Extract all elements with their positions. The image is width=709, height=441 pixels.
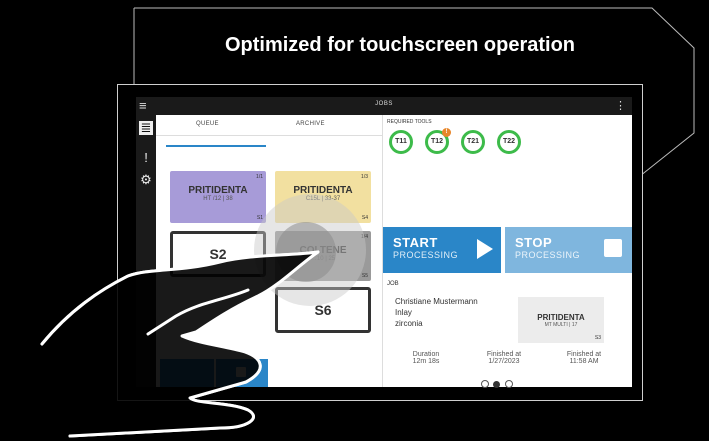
tab-bar: QUEUE ARCHIVE [156, 115, 382, 136]
tab-archive[interactable]: ARCHIVE [296, 121, 325, 127]
page-title: JOBS [375, 101, 393, 107]
pager-dots[interactable] [481, 375, 513, 393]
card-sub: …10 | 25 [310, 256, 336, 262]
stat-label: Duration [412, 351, 440, 358]
pager-dot[interactable] [481, 380, 489, 388]
stat-finished-date: Finished at 1/27/2023 [469, 351, 539, 365]
bottom-action-button[interactable] [216, 359, 268, 387]
card-name: PRITIDENTA [293, 185, 353, 196]
warning-badge: ! [442, 128, 451, 137]
more-menu-icon[interactable]: ⋮ [615, 99, 626, 112]
start-processing-button[interactable]: START PROCESSING [383, 227, 501, 273]
tool-t22[interactable]: T22 [497, 130, 521, 154]
card-slot: S1 [256, 215, 263, 221]
card-slot: S4 [361, 215, 368, 221]
job-client: Christiane Mustermann [395, 297, 478, 306]
tool-t11[interactable]: T11 [389, 130, 413, 154]
tool-t12[interactable]: T12 ! [425, 128, 451, 154]
folder-icon [236, 367, 246, 377]
job-type: Inlay [395, 308, 412, 317]
mini-card-sub: MT MULTI | 17 [544, 322, 578, 328]
mini-card-slot: S3 [594, 335, 601, 341]
bottom-left-button[interactable] [160, 359, 214, 387]
stat-value: 12m 18s [412, 358, 440, 365]
tool-label: T12 [430, 138, 444, 145]
stop-icon [604, 239, 622, 257]
job-card-s5[interactable]: 1/4 COLTENE …10 | 25 S5 [275, 231, 371, 281]
job-material: zirconia [395, 319, 423, 328]
queue-panel: QUEUE ARCHIVE 1/1 PRITIDENTA HT /12 | 38… [156, 115, 382, 387]
alert-icon[interactable]: ! [139, 151, 153, 165]
stat-value: 11:58 AM [569, 358, 599, 365]
job-section-label: JOB [387, 281, 399, 287]
stat-label: Finished at [486, 351, 522, 358]
tool-label: T22 [502, 138, 516, 145]
top-bar: JOBS ⋮ [136, 97, 632, 115]
tool-label: T11 [395, 138, 407, 145]
menu-icon[interactable]: ≡ [139, 99, 147, 112]
card-index: 1/3 [361, 174, 368, 180]
settings-icon[interactable]: ⚙ [139, 173, 153, 187]
job-mini-card: PRITIDENTA MT MULTI | 17 S3 [518, 297, 604, 343]
card-name: COLTENE [299, 245, 347, 256]
touch-screen: JOBS ⋮ ≡ ≣ ! ⚙ QUEUE ARCHIVE 1/1 PRITIDE… [117, 84, 643, 401]
pager-dot-active[interactable] [493, 381, 501, 388]
card-name: PRITIDENTA [188, 185, 248, 196]
job-card-s4[interactable]: 1/3 PRITIDENTA C15L | 33-37 S4 [275, 171, 371, 223]
pager-dot[interactable] [504, 380, 513, 388]
tool-label: T21 [466, 138, 480, 145]
stat-duration: Duration 12m 18s [391, 351, 461, 365]
stop-processing-button[interactable]: STOP PROCESSING [505, 227, 632, 273]
tab-underline [166, 145, 266, 147]
play-icon [477, 239, 493, 259]
detail-panel: REQUIRED TOOLS T11 T12 ! T21 T22 START P… [383, 115, 632, 388]
required-tools-label: REQUIRED TOOLS [387, 119, 432, 125]
stat-value: 1/27/2023 [488, 358, 520, 365]
card-slot: S5 [361, 273, 368, 279]
jobs-list-icon[interactable]: ≣ [139, 121, 153, 135]
jobs-panel: QUEUE ARCHIVE 1/1 PRITIDENTA HT /12 | 38… [156, 115, 632, 388]
job-card-s1[interactable]: 1/1 PRITIDENTA HT /12 | 38 S1 [170, 171, 266, 223]
card-index: 1/1 [256, 174, 263, 180]
empty-slot-s6[interactable]: S6 [275, 287, 371, 333]
stat-finished-time: Finished at 11:58 AM [549, 351, 619, 365]
card-sub: C15L | 33-37 [305, 196, 341, 202]
stat-label: Finished at [566, 351, 602, 358]
empty-slot-s2[interactable]: S2 [170, 231, 266, 277]
caption: Optimized for touchscreen operation [224, 34, 576, 56]
mini-card-name: PRITIDENTA [537, 313, 585, 322]
tool-t21[interactable]: T21 [461, 130, 485, 154]
tab-queue[interactable]: QUEUE [196, 121, 219, 127]
left-sidebar: ≣ ! ⚙ [136, 115, 156, 387]
card-sub: HT /12 | 38 [203, 196, 233, 202]
card-index: 1/4 [361, 234, 368, 240]
